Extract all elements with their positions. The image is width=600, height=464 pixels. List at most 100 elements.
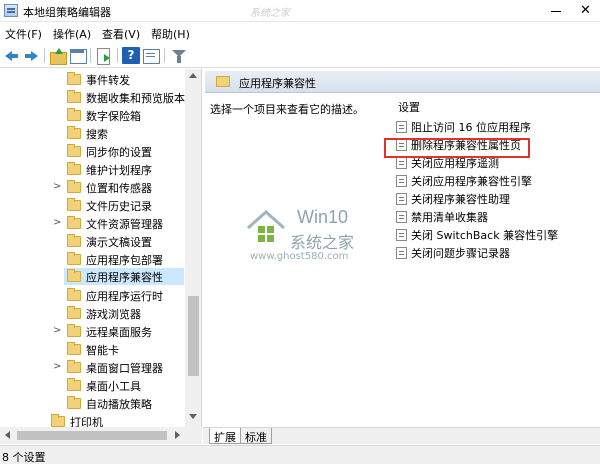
- expand-chevron-icon[interactable]: >: [53, 181, 63, 193]
- expand-chevron-icon[interactable]: >: [53, 325, 63, 337]
- policy-setting-icon: [396, 121, 407, 133]
- tree-item[interactable]: 自动播放策略: [0, 395, 190, 412]
- scroll-thumb[interactable]: [17, 431, 167, 440]
- status-bar: 8 个设置: [0, 445, 600, 464]
- tree-item-label: 应用程序兼容性: [86, 271, 163, 284]
- setting-label: 关闭应用程序兼容性引擎: [411, 175, 532, 188]
- close-button[interactable]: ✕: [571, 0, 600, 22]
- window-title: 本地组策略编辑器: [23, 6, 111, 19]
- highlight-annotation: [384, 138, 530, 158]
- minimize-button[interactable]: [541, 0, 571, 22]
- show-hide-tree-icon[interactable]: [69, 47, 87, 64]
- tree-item-label: 数字保险箱: [86, 110, 141, 123]
- policy-setting-icon: [396, 247, 407, 259]
- properties-icon[interactable]: [142, 47, 160, 64]
- tree-item[interactable]: 数据收集和预览版本: [0, 89, 190, 106]
- up-folder-icon[interactable]: [49, 47, 67, 65]
- expand-chevron-icon[interactable]: >: [53, 217, 63, 229]
- setting-label: 关闭程序兼容性助理: [411, 193, 510, 206]
- tree-item[interactable]: 应用程序包部署: [0, 251, 190, 268]
- tree-item-label: 应用程序运行时: [86, 290, 163, 303]
- scroll-down-arrow-icon[interactable]: [189, 414, 197, 419]
- folder-icon: [67, 126, 81, 139]
- tree-item[interactable]: 演示文稿设置: [0, 233, 190, 250]
- tab-extended[interactable]: 扩展: [209, 428, 241, 444]
- view-tabs: 扩展 标准: [203, 427, 600, 444]
- menu-view[interactable]: 查看(V): [102, 26, 140, 42]
- policy-setting-icon: [396, 193, 407, 205]
- folder-icon: [67, 306, 81, 319]
- folder-icon: [216, 76, 230, 87]
- toolbar: ?: [0, 43, 600, 68]
- tree-item[interactable]: > 位置和传感器: [0, 179, 190, 196]
- tree-item-label: 打印机: [70, 416, 103, 427]
- tree-item[interactable]: 搜索: [0, 125, 190, 142]
- menu-file[interactable]: 文件(F): [5, 26, 42, 42]
- tree-item[interactable]: 事件转发: [0, 71, 190, 88]
- policy-setting-icon: [396, 157, 407, 169]
- setting-label: 禁用清单收集器: [411, 211, 488, 224]
- folder-icon: [67, 288, 81, 301]
- folder-icon: [67, 180, 81, 193]
- toolbar-separator: [90, 48, 91, 63]
- folder-icon: [67, 234, 81, 247]
- tree-vertical-scrollbar[interactable]: [185, 69, 201, 427]
- settings-column-header[interactable]: 设置: [398, 99, 420, 115]
- menu-help[interactable]: 帮助(H): [151, 26, 190, 42]
- tree-item-label: 演示文稿设置: [86, 236, 152, 249]
- tree-item-label: 事件转发: [86, 74, 130, 87]
- scroll-left-arrow-icon[interactable]: [5, 431, 10, 439]
- setting-label: 关闭问题步骤记录器: [411, 247, 510, 260]
- help-icon[interactable]: ?: [122, 47, 140, 64]
- tree-item[interactable]: > 文件资源管理器: [0, 215, 190, 232]
- tree-item-selected[interactable]: 应用程序兼容性: [64, 268, 184, 285]
- tree-item[interactable]: 维护计划程序: [0, 161, 190, 178]
- scroll-up-arrow-icon[interactable]: [189, 73, 197, 78]
- tree-item[interactable]: 打印机: [0, 413, 190, 427]
- menu-bar: 文件(F) 操作(A) 查看(V) 帮助(H): [0, 23, 600, 43]
- folder-icon: [67, 216, 81, 229]
- tree-item[interactable]: 应用程序运行时: [0, 287, 190, 304]
- tree-item-label: 自动播放策略: [86, 398, 152, 411]
- tree-item[interactable]: 桌面小工具: [0, 377, 190, 394]
- menu-action[interactable]: 操作(A): [53, 26, 91, 42]
- toolbar-separator: [117, 48, 118, 63]
- toolbar-separator: [44, 48, 45, 63]
- policy-setting-icon: [396, 229, 407, 241]
- back-arrow-icon[interactable]: [3, 47, 21, 64]
- details-title: 应用程序兼容性: [239, 77, 316, 90]
- tree-pane: 事件转发 数据收集和预览版本 数字保险箱 搜索 同步你的设置 维护计划程序 > …: [0, 69, 202, 427]
- details-header: 应用程序兼容性: [205, 71, 600, 93]
- tree-item-label: 文件历史记录: [86, 200, 152, 213]
- scroll-right-arrow-icon[interactable]: [175, 431, 180, 439]
- tree-item[interactable]: > 桌面窗口管理器: [0, 359, 190, 376]
- filter-icon[interactable]: [170, 47, 188, 64]
- folder-icon: [67, 108, 81, 121]
- folder-icon: [67, 324, 81, 337]
- folder-icon: [67, 378, 81, 391]
- tree-item[interactable]: > 远程桌面服务: [0, 323, 190, 340]
- tree-item[interactable]: 数字保险箱: [0, 107, 190, 124]
- watermark-url: www.ghost580.com: [250, 251, 349, 262]
- folder-icon: [67, 342, 81, 355]
- tree-item-label: 游戏浏览器: [86, 308, 141, 321]
- folder-icon: [67, 396, 81, 409]
- folder-icon: [67, 252, 81, 265]
- folder-icon: [67, 198, 81, 211]
- expand-chevron-icon[interactable]: >: [53, 361, 63, 373]
- tree-item-label: 同步你的设置: [86, 146, 152, 159]
- tree-item[interactable]: 文件历史记录: [0, 197, 190, 214]
- watermark-logo-icon: [247, 209, 285, 242]
- tree-item-label: 数据收集和预览版本: [86, 92, 185, 105]
- tree-item[interactable]: 智能卡: [0, 341, 190, 358]
- tab-standard[interactable]: 标准: [240, 428, 272, 444]
- setting-label: 阻止访问 16 位应用程序: [411, 121, 531, 134]
- folder-icon: [67, 162, 81, 175]
- forward-arrow-icon[interactable]: [22, 47, 40, 64]
- tree-item[interactable]: 同步你的设置: [0, 143, 190, 160]
- scroll-thumb[interactable]: [188, 296, 199, 376]
- tree-horizontal-scrollbar[interactable]: [0, 427, 202, 444]
- export-list-icon[interactable]: [95, 47, 113, 65]
- watermark-top: 系统之家: [250, 8, 290, 19]
- tree-item[interactable]: 游戏浏览器: [0, 305, 190, 322]
